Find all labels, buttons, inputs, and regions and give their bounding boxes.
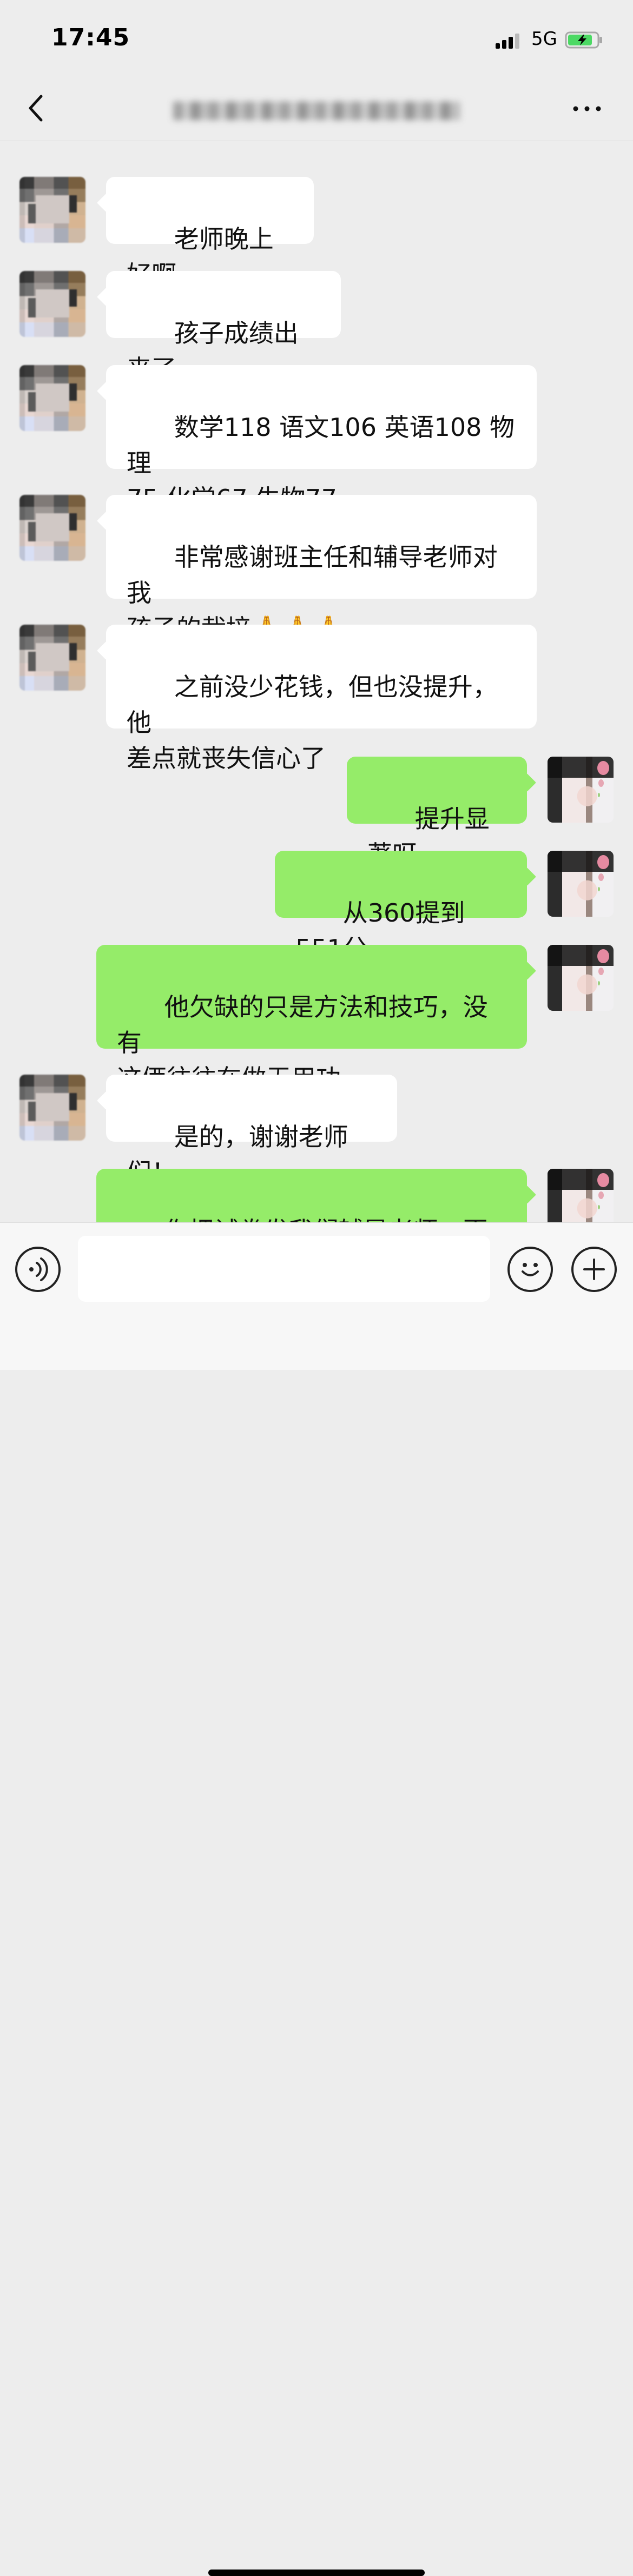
avatar[interactable]	[548, 1169, 614, 1222]
avatar[interactable]	[548, 851, 614, 917]
emoji-icon-svg	[522, 1263, 539, 1276]
message-row: 提升显著呀	[0, 757, 633, 869]
chevron-left-icon[interactable]	[21, 91, 53, 125]
message-bubble-right[interactable]: 你把试卷发我们辅导老师，更全	[96, 1169, 527, 1222]
message-bubble-right[interactable]: 提升显著呀	[347, 757, 527, 869]
avatar[interactable]	[19, 365, 85, 431]
message-text: 你把试卷发我们辅导老师，更全	[117, 1216, 488, 1222]
blurred-title-mask	[173, 102, 460, 120]
message-input-placeholder-proxy	[0, 1223, 5, 1227]
status-bar: 17:45 5G	[0, 0, 633, 76]
more-horizontal-icon[interactable]	[568, 95, 606, 122]
avatar[interactable]	[19, 177, 85, 243]
avatar[interactable]	[19, 625, 85, 691]
home-indicator	[208, 2570, 425, 2576]
chat-header	[0, 76, 633, 141]
message-row: 非常感谢班主任和辅导老师对我 孩子的栽培🙏🙏🙏	[0, 495, 633, 643]
message-bubble-left[interactable]: 孩子成绩出来了	[106, 271, 341, 383]
chat-title-blurred	[173, 97, 460, 123]
message-row: 老师晚上好啊	[0, 177, 633, 289]
message-bubble-left[interactable]: 数学118 语文106 英语108 物理 75 化学67 生物77	[106, 365, 537, 513]
signal-icon	[496, 34, 519, 49]
message-row: 数学118 语文106 英语108 物理 75 化学67 生物77	[0, 365, 633, 513]
message-bubble-right[interactable]: 从360提到551分	[275, 851, 527, 963]
message-row: 他欠缺的只是方法和技巧，没有 这俩往往在做无用功	[0, 945, 633, 1093]
status-time: 17:45	[51, 24, 130, 51]
message-row: 你把试卷发我们辅导老师，更全	[0, 1169, 633, 1222]
avatar[interactable]	[548, 945, 614, 1011]
message-row: 之前没少花钱，但也没提升，他 差点就丧失信心了	[0, 625, 633, 773]
avatar[interactable]	[19, 271, 85, 337]
avatar[interactable]	[548, 757, 614, 823]
message-bubble-right[interactable]: 他欠缺的只是方法和技巧，没有 这俩往往在做无用功	[96, 945, 527, 1093]
plus-icon[interactable]	[571, 1247, 617, 1292]
message-bubble-left[interactable]: 之前没少花钱，但也没提升，他 差点就丧失信心了	[106, 625, 537, 773]
message-row: 孩子成绩出来了	[0, 271, 633, 383]
avatar[interactable]	[19, 495, 85, 561]
emoji-icon[interactable]	[507, 1247, 553, 1292]
network-label: 5G	[531, 28, 557, 50]
message-bubble-left[interactable]: 是的，谢谢老师们！	[106, 1075, 397, 1187]
chat-message-list[interactable]: 老师晚上好啊 孩子成绩出来了 数学118 语文106 英语108 物理 75 化…	[0, 141, 633, 1222]
chat-input-bar	[0, 1222, 633, 2576]
message-row: 是的，谢谢老师们！	[0, 1075, 633, 1187]
voice-icon-svg	[29, 1257, 48, 1281]
battery-charging-icon	[565, 31, 602, 49]
message-input[interactable]	[78, 1236, 490, 1302]
message-bubble-left[interactable]: 非常感谢班主任和辅导老师对我 孩子的栽培🙏🙏🙏	[106, 495, 537, 643]
voice-icon[interactable]	[15, 1247, 61, 1292]
plus-icon-svg	[583, 1259, 605, 1280]
avatar[interactable]	[19, 1075, 85, 1141]
message-bubble-left[interactable]: 老师晚上好啊	[106, 177, 314, 289]
message-row: 从360提到551分	[0, 851, 633, 963]
